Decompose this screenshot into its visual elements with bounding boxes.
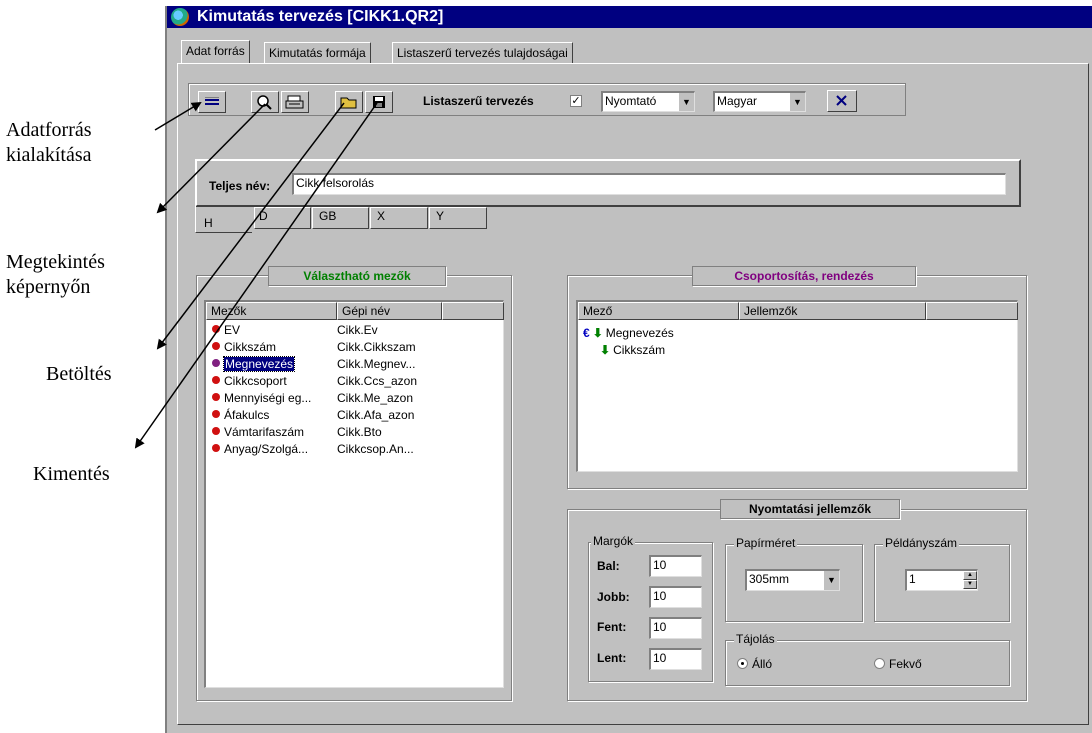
annotation-arrows (134, 101, 378, 449)
arrow-megtekintes (156, 103, 266, 214)
arrow-adatforras (154, 101, 202, 131)
arrow-kimentes (134, 102, 378, 449)
arrow-betoltes (156, 102, 345, 350)
